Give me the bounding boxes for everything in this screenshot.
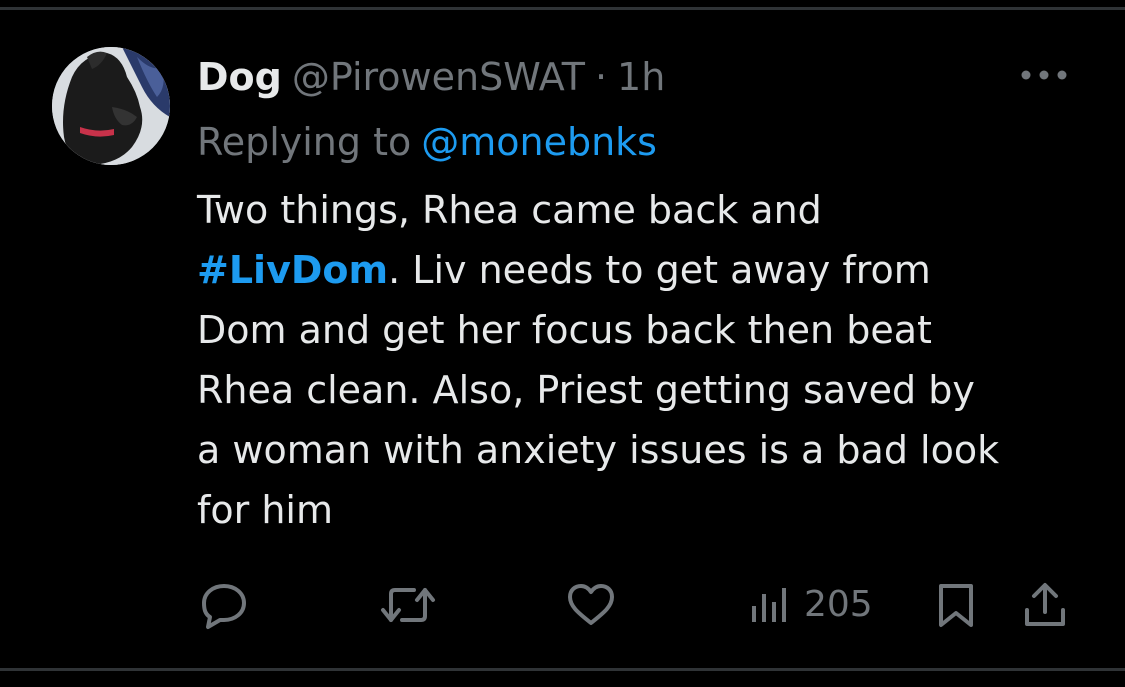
share-icon (1025, 583, 1065, 626)
body-text: a woman with anxiety issues is a bad loo… (197, 428, 1000, 472)
body-line: #LivDom. Liv needs to get away from (197, 240, 1087, 300)
body-text: Two things, Rhea came back and (197, 188, 822, 232)
views-icon (752, 588, 786, 622)
replying-to-label: Replying to (197, 120, 412, 164)
retweet-button[interactable] (378, 580, 438, 630)
avatar[interactable] (52, 47, 170, 165)
dog-avatar-image (52, 47, 170, 165)
timestamp[interactable]: 1h (617, 52, 665, 102)
tweet-header: Dog @PirowenSWAT · 1h (197, 52, 665, 102)
tweet-actions: 205 (0, 580, 1125, 630)
body-text: . Liv needs to get away from (388, 248, 931, 292)
body-text: for him (197, 488, 333, 532)
tweet-body: Two things, Rhea came back and #LivDom. … (197, 180, 1087, 540)
more-options-button[interactable] (1018, 62, 1070, 88)
heart-icon (568, 584, 614, 625)
body-line: for him (197, 480, 1087, 540)
header-separator: · (594, 55, 608, 99)
author-handle[interactable]: @PirowenSWAT (292, 52, 585, 102)
views-count: 205 (804, 584, 873, 625)
reply-icon (202, 584, 246, 629)
body-line: a woman with anxiety issues is a bad loo… (197, 420, 1087, 480)
body-line: Rhea clean. Also, Priest getting saved b… (197, 360, 1087, 420)
reply-button[interactable] (198, 580, 250, 630)
like-button[interactable] (566, 580, 616, 630)
author-display-name[interactable]: Dog (197, 52, 282, 102)
top-divider (0, 7, 1125, 10)
share-button[interactable] (1022, 580, 1068, 630)
body-text: Dom and get her focus back then beat (197, 308, 932, 352)
bottom-divider (0, 668, 1125, 671)
body-line: Dom and get her focus back then beat (197, 300, 1087, 360)
views-button[interactable]: 205 (748, 580, 873, 630)
reply-handle-link[interactable]: @monebnks (421, 120, 657, 164)
retweet-icon (381, 588, 435, 622)
tweet-screen: Dog @PirowenSWAT · 1h Replying to @monebn… (0, 0, 1125, 687)
bookmark-button[interactable] (934, 580, 978, 630)
body-line: Two things, Rhea came back and (197, 180, 1087, 240)
replying-to: Replying to @monebnks (197, 117, 657, 167)
more-dots-icon (1021, 70, 1067, 80)
body-text: Rhea clean. Also, Priest getting saved b… (197, 368, 975, 412)
hashtag-link[interactable]: #LivDom (197, 248, 388, 292)
bookmark-icon (939, 584, 973, 627)
